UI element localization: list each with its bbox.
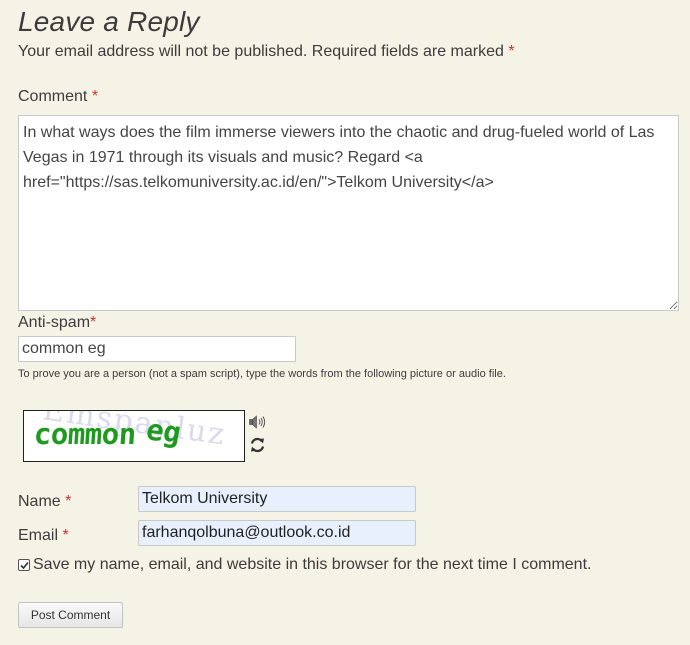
required-mark: * [90,314,97,331]
checkmark-icon [20,561,29,570]
email-input[interactable] [138,520,416,546]
cookies-consent: Save my name, email, and website in this… [18,556,591,574]
post-comment-button[interactable]: Post Comment [18,602,123,628]
name-input[interactable] [138,486,416,512]
comment-label-text: Comment [18,88,88,105]
antispam-label: Anti-spam* [18,314,96,332]
reply-title: Leave a Reply [18,6,200,37]
antispam-input[interactable] [18,336,296,362]
required-mark: * [62,527,69,544]
captcha-word-1: common [32,417,137,451]
captcha-word-2: eg [143,412,183,450]
antispam-help-text: To prove you are a person (not a spam sc… [18,368,506,380]
comment-form: Leave a Reply Your email address will no… [0,0,690,645]
email-label: Email * [18,527,69,545]
captcha-image: Emspanluz common eg [23,410,245,462]
name-label: Name * [18,493,71,511]
comment-label: Comment * [18,88,98,106]
required-mark: * [91,88,99,105]
antispam-label-text: Anti-spam [18,314,91,331]
notes-text: Your email address will not be published… [18,43,504,60]
name-label-text: Name [18,493,61,510]
cookies-label: Save my name, email, and website in this… [33,556,592,573]
refresh-icon[interactable] [250,437,265,453]
speaker-icon[interactable] [249,415,267,429]
captcha-text: common eg [32,412,183,451]
email-label-text: Email [18,527,59,544]
comment-textarea[interactable]: In what ways does the film immerse viewe… [18,115,679,311]
cookies-checkbox[interactable] [18,559,30,571]
comment-notes: Your email address will not be published… [18,43,515,61]
required-mark: * [508,43,515,60]
required-mark: * [65,493,72,510]
